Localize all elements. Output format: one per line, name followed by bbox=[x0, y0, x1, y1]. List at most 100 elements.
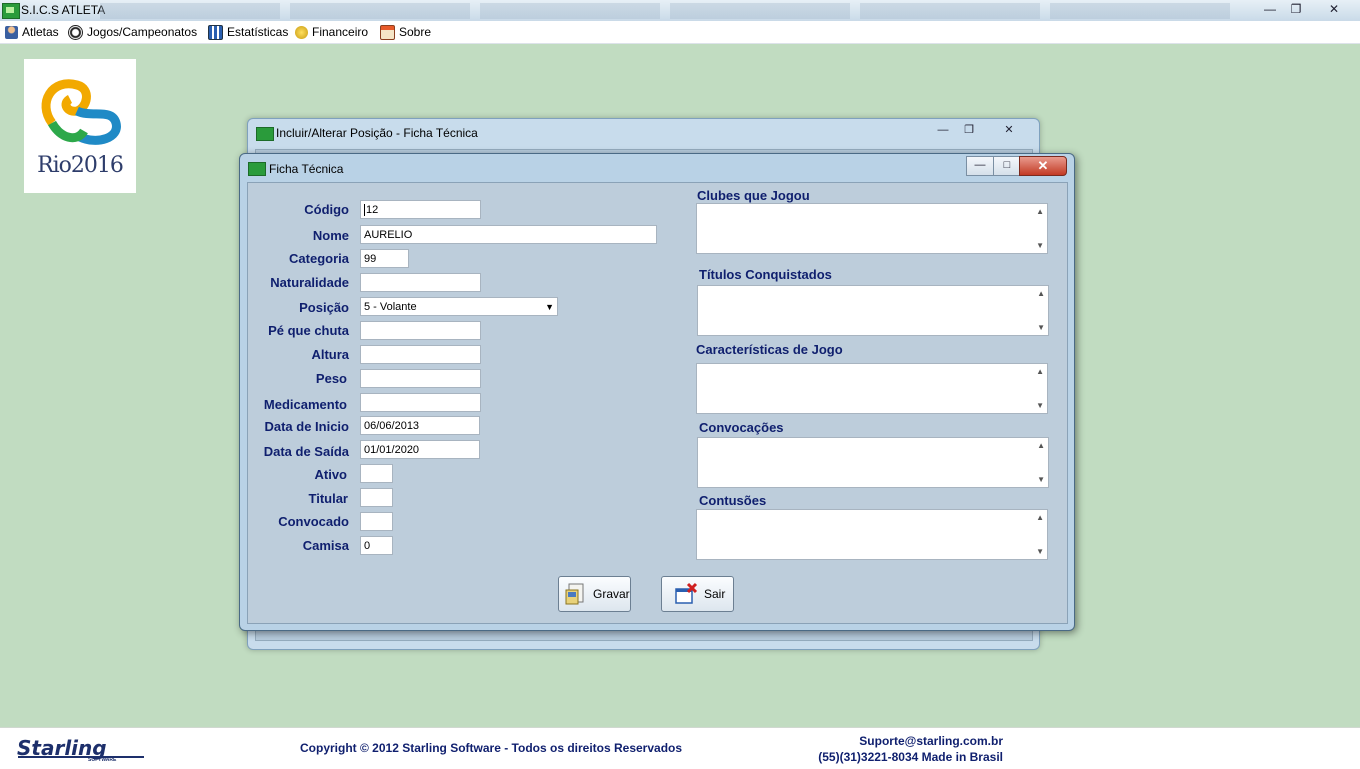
back-window-title: Incluir/Alterar Posição - Ficha Técnica bbox=[276, 126, 478, 140]
chevron-down-icon[interactable]: ▼ bbox=[545, 298, 554, 315]
window-icon bbox=[256, 127, 274, 141]
ativo-label: Ativo bbox=[314, 467, 348, 482]
chart-icon bbox=[208, 24, 223, 40]
categoria-label: Categoria bbox=[289, 251, 349, 266]
save-document-icon bbox=[565, 583, 584, 605]
clubes-label: Clubes que Jogou bbox=[697, 188, 810, 203]
convocacoes-scrollbar[interactable]: ▲ ▼ bbox=[1033, 438, 1048, 487]
rio2016-logo-text: Rio2016 bbox=[37, 153, 124, 178]
app-title: S.I.C.S ATLETA bbox=[21, 3, 106, 17]
medicamento-input[interactable] bbox=[360, 393, 481, 412]
titulos-label: Títulos Conquistados bbox=[699, 267, 832, 282]
coins-icon bbox=[295, 25, 308, 39]
clubes-scrollbar[interactable]: ▲ ▼ bbox=[1032, 204, 1047, 253]
back-close-button[interactable]: ✕ bbox=[996, 122, 1022, 138]
medicamento-label: Medicamento bbox=[263, 397, 347, 412]
posicao-label: Posição bbox=[299, 300, 349, 315]
convocado-input[interactable] bbox=[360, 512, 393, 531]
posicao-select[interactable]: 5 - Volante ▼ bbox=[360, 297, 558, 316]
peso-label: Peso bbox=[315, 371, 347, 386]
minimize-button[interactable]: — bbox=[1256, 1, 1284, 18]
support-email[interactable]: Suporte@starling.com.br bbox=[818, 733, 1003, 749]
titulos-scrollbar[interactable]: ▲ ▼ bbox=[1033, 286, 1048, 335]
gravar-button[interactable]: Gravar bbox=[558, 576, 631, 612]
support-phone: (55)(31)3221-8034 Made in Brasil bbox=[818, 750, 1003, 764]
scroll-up-icon[interactable]: ▲ bbox=[1036, 207, 1044, 216]
clubes-memo[interactable]: ▲ ▼ bbox=[696, 203, 1048, 254]
menu-jogos-campeonatos[interactable]: Jogos/Campeonatos bbox=[68, 24, 197, 40]
scroll-down-icon[interactable]: ▼ bbox=[1036, 401, 1044, 410]
dialog-title-bar: Ficha Técnica — □ ✕ bbox=[240, 154, 1074, 182]
rio2016-logo: Rio2016 bbox=[24, 59, 136, 193]
data-saida-label: Data de Saída bbox=[263, 444, 349, 459]
scroll-up-icon[interactable]: ▲ bbox=[1036, 367, 1044, 376]
dialog-maximize-button[interactable]: □ bbox=[993, 156, 1021, 176]
scroll-down-icon[interactable]: ▼ bbox=[1037, 323, 1045, 332]
menu-sobre[interactable]: Sobre bbox=[380, 24, 431, 40]
exit-window-icon bbox=[675, 582, 698, 604]
menu-financeiro[interactable]: Financeiro bbox=[295, 24, 368, 40]
camisa-input[interactable]: 0 bbox=[360, 536, 393, 555]
pe-que-chuta-label: Pé que chuta bbox=[268, 323, 349, 338]
scroll-up-icon[interactable]: ▲ bbox=[1037, 441, 1045, 450]
contusoes-memo[interactable]: ▲ ▼ bbox=[696, 509, 1048, 560]
dialog-minimize-button[interactable]: — bbox=[966, 156, 994, 176]
caracteristicas-memo[interactable]: ▲ ▼ bbox=[696, 363, 1048, 414]
menu-estatisticas[interactable]: Estatísticas bbox=[208, 24, 288, 40]
nome-label: Nome bbox=[312, 228, 349, 243]
convocacoes-memo[interactable]: ▲ ▼ bbox=[697, 437, 1049, 488]
naturalidade-input[interactable] bbox=[360, 273, 481, 292]
categoria-input[interactable]: 99 bbox=[360, 249, 409, 268]
titulos-memo[interactable]: ▲ ▼ bbox=[697, 285, 1049, 336]
close-button[interactable]: ✕ bbox=[1320, 1, 1348, 18]
sair-button-label: Sair bbox=[704, 587, 726, 601]
support-contact: Suporte@starling.com.br (55)(31)3221-803… bbox=[818, 733, 1003, 765]
codigo-input[interactable]: 12 bbox=[360, 200, 481, 219]
contusoes-label: Contusões bbox=[699, 493, 767, 508]
caracteristicas-label: Características de Jogo bbox=[696, 342, 843, 357]
ativo-input[interactable] bbox=[360, 464, 393, 483]
app-icon bbox=[2, 3, 20, 19]
pe-que-chuta-input[interactable] bbox=[360, 321, 481, 340]
dialog-client-area: Código 12 Nome AURELIO Categoria 99 Natu… bbox=[247, 182, 1068, 624]
menu-sobre-label: Sobre bbox=[399, 25, 432, 39]
dialog-close-button[interactable]: ✕ bbox=[1019, 156, 1067, 176]
scroll-down-icon[interactable]: ▼ bbox=[1036, 547, 1044, 556]
scroll-down-icon[interactable]: ▼ bbox=[1037, 475, 1045, 484]
codigo-value: 12 bbox=[366, 204, 379, 216]
codigo-label: Código bbox=[304, 202, 349, 217]
soccer-ball-icon bbox=[68, 24, 83, 40]
convocado-label: Convocado bbox=[278, 514, 349, 529]
restore-button[interactable]: ❐ bbox=[1282, 1, 1310, 18]
scroll-up-icon[interactable]: ▲ bbox=[1037, 289, 1045, 298]
titular-input[interactable] bbox=[360, 488, 393, 507]
starling-logo-sub: SOFTWARE bbox=[88, 757, 117, 763]
data-inicio-input[interactable]: 06/06/2013 bbox=[360, 416, 480, 435]
data-saida-input[interactable]: 01/01/2020 bbox=[360, 440, 480, 459]
contusoes-scrollbar[interactable]: ▲ ▼ bbox=[1032, 510, 1047, 559]
gravar-button-label: Gravar bbox=[593, 587, 630, 601]
altura-input[interactable] bbox=[360, 345, 481, 364]
back-minimize-button[interactable]: — bbox=[930, 122, 956, 138]
menu-atletas-label: Atletas bbox=[22, 25, 59, 39]
caracteristicas-scrollbar[interactable]: ▲ ▼ bbox=[1032, 364, 1047, 413]
footer: Starling SOFTWARE Copyright © 2012 Starl… bbox=[0, 727, 1360, 769]
nome-input[interactable]: AURELIO bbox=[360, 225, 657, 244]
data-inicio-label: Data de Inicio bbox=[264, 419, 349, 434]
ficha-tecnica-dialog: Ficha Técnica — □ ✕ Código 12 Nome AUREL… bbox=[239, 153, 1075, 631]
starling-logo-underline bbox=[18, 756, 144, 758]
person-icon bbox=[5, 25, 18, 39]
copyright-text: Copyright © 2012 Starling Software - Tod… bbox=[300, 741, 683, 755]
info-box-icon bbox=[380, 24, 395, 40]
scroll-down-icon[interactable]: ▼ bbox=[1036, 241, 1044, 250]
main-title-bar: S.I.C.S ATLETA — ❐ ✕ bbox=[0, 0, 1360, 22]
convocacoes-label: Convocações bbox=[699, 420, 784, 435]
peso-input[interactable] bbox=[360, 369, 481, 388]
sair-button[interactable]: Sair bbox=[661, 576, 734, 612]
menu-atletas[interactable]: Atletas bbox=[5, 24, 59, 40]
back-restore-button[interactable]: ❐ bbox=[956, 122, 982, 138]
scroll-up-icon[interactable]: ▲ bbox=[1036, 513, 1044, 522]
dialog-title: Ficha Técnica bbox=[269, 162, 344, 176]
dialog-window-icon bbox=[248, 162, 266, 176]
menu-bar: Atletas Jogos/Campeonatos Estatísticas F… bbox=[0, 21, 1360, 44]
